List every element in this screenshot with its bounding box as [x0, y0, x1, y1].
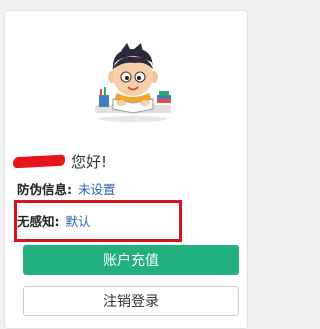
cartoon-student-avatar-icon — [95, 43, 171, 122]
anti-fake-info-row: 防伪信息: 未设置 — [17, 179, 116, 198]
user-panel-card: 您好! 防伪信息: 未设置 无感知: 默认 账户充值 注销登录 — [4, 10, 248, 329]
anti-fake-value-link[interactable]: 未设置 — [78, 179, 116, 198]
avatar — [83, 41, 179, 125]
greeting-text: 您好! — [71, 152, 108, 171]
highlight-annotation-box — [14, 200, 182, 242]
logout-button[interactable]: 注销登录 — [23, 286, 239, 316]
anti-fake-label: 防伪信息: — [17, 182, 72, 197]
recharge-button[interactable]: 账户充值 — [23, 245, 239, 275]
redacted-username — [12, 154, 66, 168]
greeting-row: 您好! — [12, 151, 108, 171]
